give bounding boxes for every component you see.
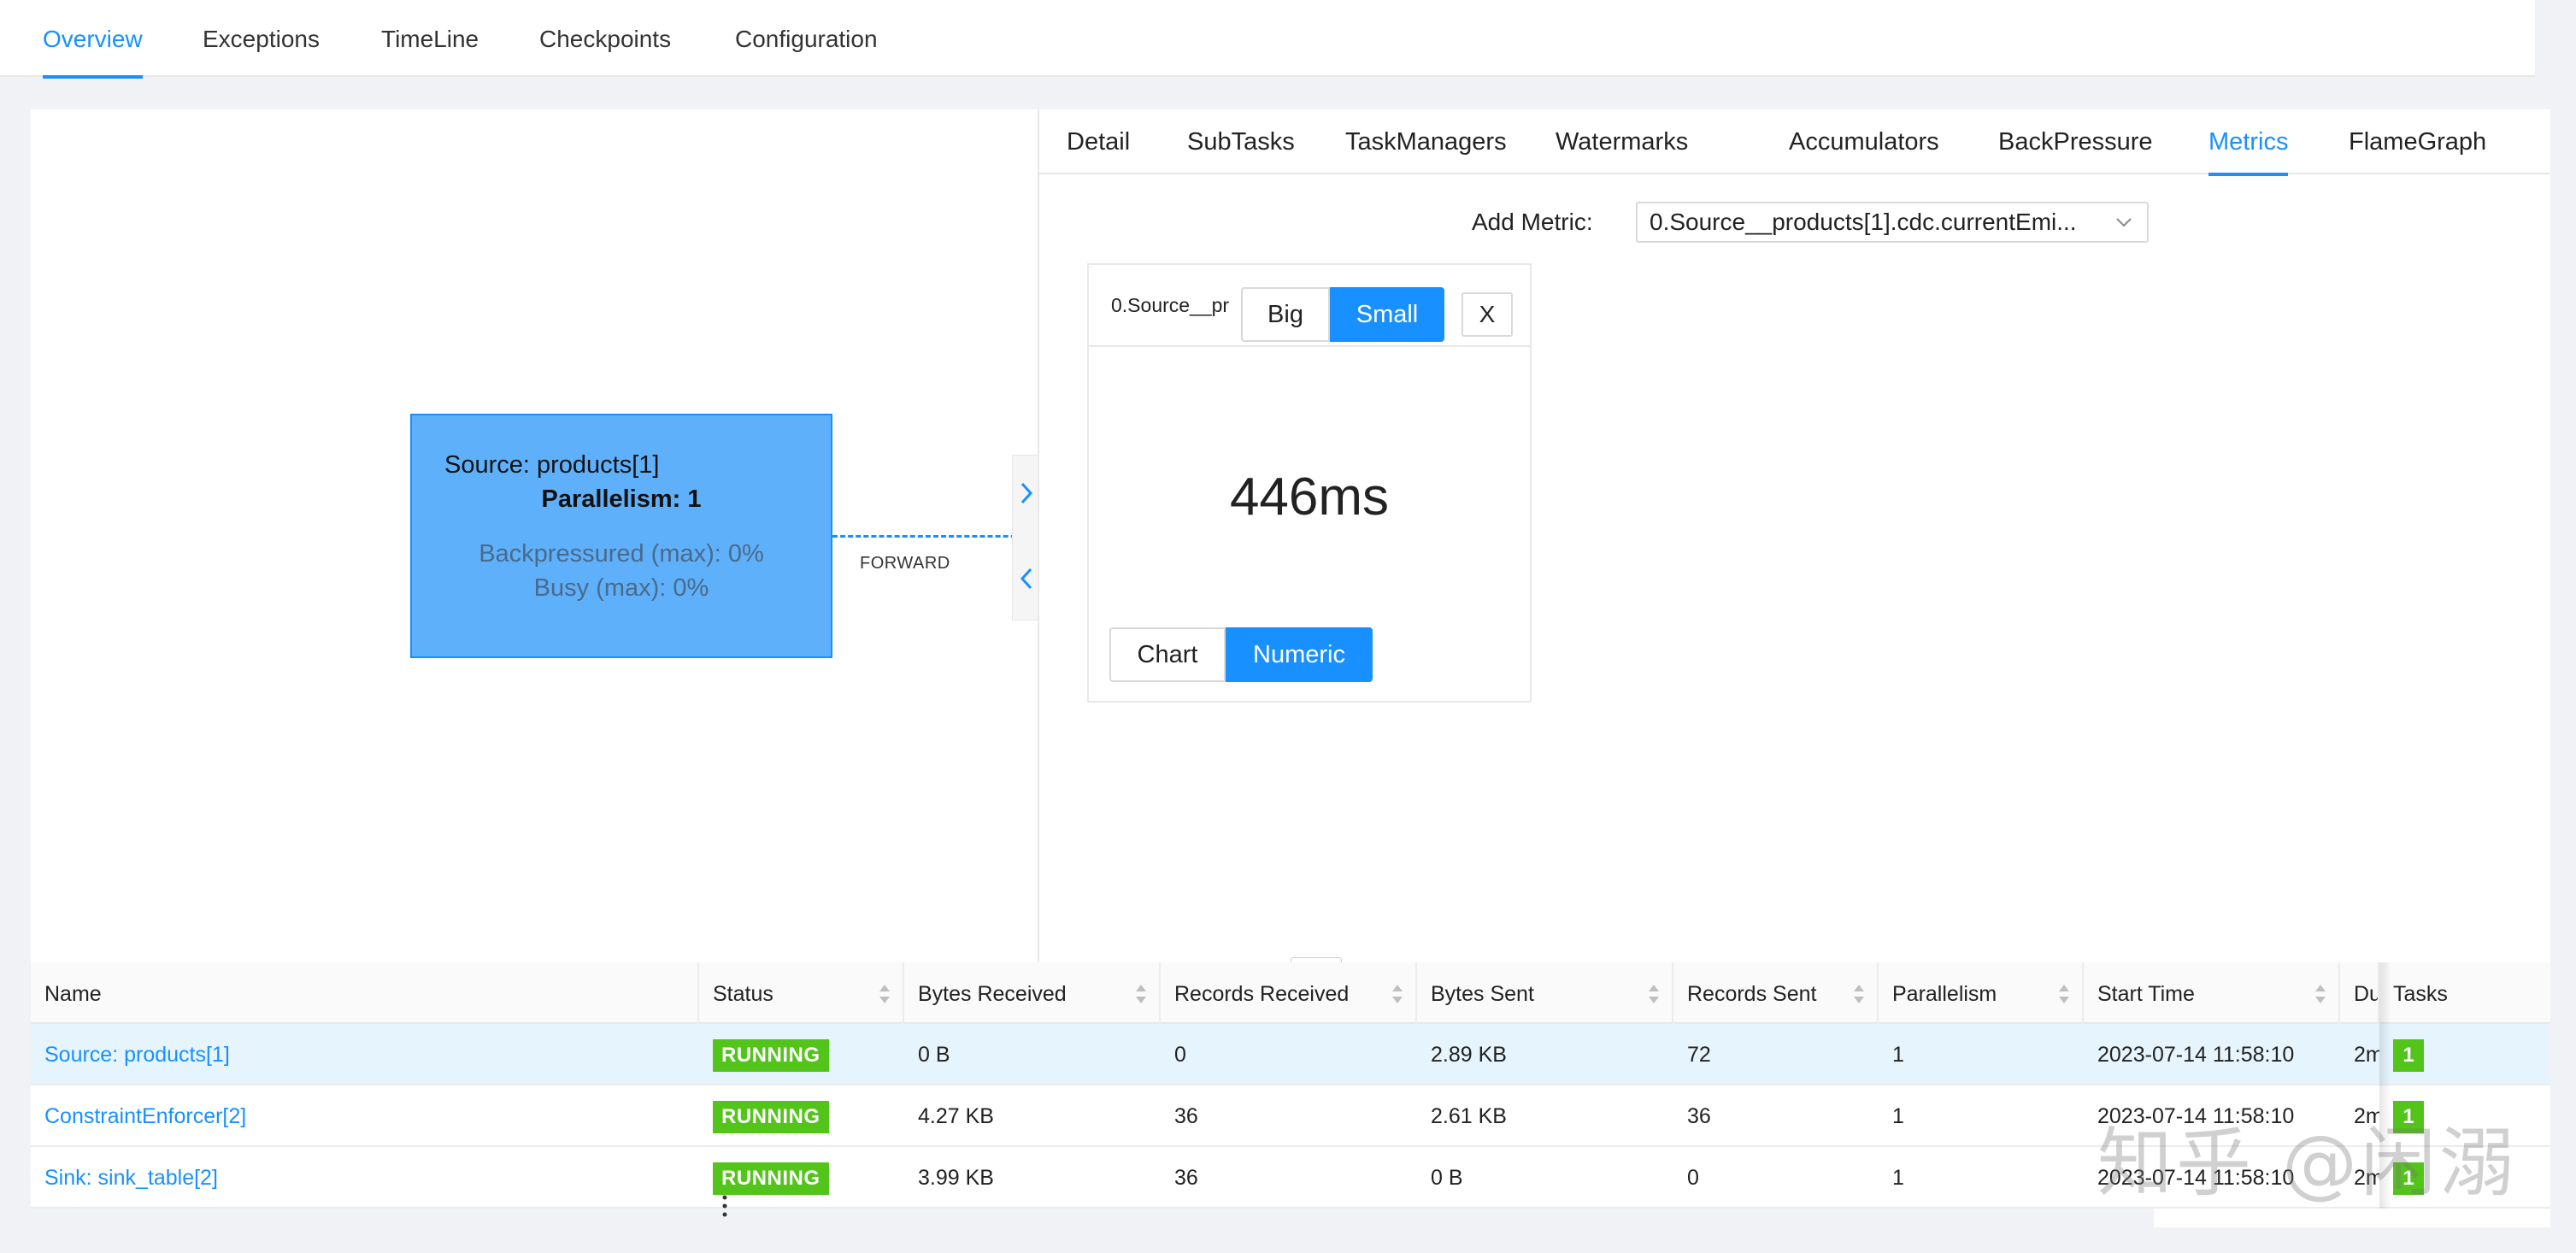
- node-parallelism: Parallelism: 1: [541, 485, 702, 513]
- vertex-name-link[interactable]: Source: products[1]: [31, 1024, 230, 1085]
- tab-metrics[interactable]: Metrics: [2208, 109, 2289, 176]
- duration-cell: 2m: [2354, 1043, 2379, 1067]
- column-status[interactable]: Status: [699, 962, 904, 1024]
- start-time-cell: 2023-07-14 11:58:10: [2097, 1043, 2295, 1067]
- column-bytes-received[interactable]: Bytes Received: [904, 962, 1161, 1024]
- vertex-tabs: Detail SubTasks TaskManagers Watermarks …: [1039, 109, 2550, 176]
- column-parallelism[interactable]: Parallelism: [1879, 962, 2084, 1024]
- tab-subtasks[interactable]: SubTasks: [1187, 109, 1295, 174]
- parallelism-cell: 1: [1892, 1104, 1904, 1128]
- column-records-received[interactable]: Records Received: [1161, 962, 1417, 1024]
- status-badge: RUNNING: [713, 1039, 829, 1073]
- tab-taskmanagers[interactable]: TaskManagers: [1345, 109, 1507, 174]
- records-sent-cell: 36: [1687, 1104, 1711, 1128]
- tab-backpressure[interactable]: BackPressure: [1998, 109, 2153, 174]
- table-header: Name Status Bytes Received Records Recei…: [31, 962, 2550, 1024]
- tab-exceptions[interactable]: Exceptions: [203, 0, 320, 77]
- column-tasks: Tasks: [2393, 982, 2448, 1006]
- footer-strip: [2154, 1209, 2550, 1227]
- node-busy: Busy (max): 0%: [533, 574, 709, 602]
- parallelism-cell: 1: [1892, 1043, 1904, 1067]
- tab-overview[interactable]: Overview: [43, 0, 143, 79]
- tab-timeline[interactable]: TimeLine: [381, 0, 479, 77]
- tab-detail[interactable]: Detail: [1067, 109, 1130, 174]
- sort-icon[interactable]: [2058, 983, 2070, 1005]
- sort-icon[interactable]: [879, 983, 891, 1005]
- tab-checkpoints[interactable]: Checkpoints: [539, 0, 671, 77]
- graph-edge-forward: [832, 535, 1038, 538]
- tab-flamegraph[interactable]: FlameGraph: [2349, 109, 2486, 174]
- status-cell: RUNNING: [699, 1147, 829, 1209]
- tab-configuration[interactable]: Configuration: [735, 0, 878, 77]
- status-cell: RUNNING: [699, 1085, 829, 1147]
- bytes-sent-cell: 2.89 KB: [1431, 1043, 1507, 1067]
- column-bytes-sent[interactable]: Bytes Sent: [1417, 962, 1673, 1024]
- metric-card: 0.Source__pr Big Small X 446ms Chart Num…: [1087, 263, 1532, 703]
- sort-icon[interactable]: [1135, 983, 1147, 1005]
- numeric-button[interactable]: Numeric: [1226, 627, 1373, 682]
- bytes-received-cell: 3.99 KB: [918, 1166, 994, 1190]
- records-sent-cell: 72: [1687, 1043, 1711, 1067]
- watermark: 知乎 @闲溺: [2097, 1119, 2518, 1207]
- selected-metric: 0.Source__products[1].cdc.currentEmi...: [1650, 209, 2077, 235]
- metric-name: 0.Source__pr: [1111, 294, 1230, 316]
- graph-node-source-products[interactable]: Source: products[1] Parallelism: 1 Backp…: [410, 414, 832, 658]
- task-count-badge: 1: [2393, 1039, 2424, 1073]
- tab-accumulators[interactable]: Accumulators: [1789, 109, 1939, 174]
- bytes-sent-cell: 2.61 KB: [1431, 1104, 1507, 1128]
- chevron-down-icon: [2116, 218, 2132, 227]
- table-row[interactable]: Source: products[1] RUNNING 0 B 0 2.89 K…: [31, 1024, 2550, 1085]
- tab-watermarks[interactable]: Watermarks: [1556, 109, 1688, 174]
- status-cell: RUNNING: [699, 1024, 829, 1085]
- column-duration[interactable]: Du: [2340, 962, 2379, 1024]
- chart-button[interactable]: Chart: [1109, 627, 1226, 682]
- bytes-received-cell: 0 B: [918, 1043, 950, 1067]
- records-received-cell: 36: [1174, 1104, 1198, 1128]
- bytes-received-cell: 4.27 KB: [918, 1104, 994, 1128]
- column-records-sent[interactable]: Records Sent: [1673, 962, 1879, 1024]
- column-name: Name: [31, 962, 699, 1024]
- records-received-cell: 36: [1174, 1166, 1198, 1190]
- big-button[interactable]: Big: [1241, 287, 1330, 342]
- add-metric-select[interactable]: 0.Source__products[1].cdc.currentEmi...: [1636, 202, 2149, 243]
- status-badge: RUNNING: [713, 1162, 829, 1196]
- column-resize-icon[interactable]: [721, 1193, 728, 1219]
- metric-card-header: 0.Source__pr Big Small X: [1089, 265, 1530, 347]
- chevron-left-icon[interactable]: [1018, 567, 1035, 591]
- sort-icon[interactable]: [1648, 983, 1660, 1005]
- bytes-sent-cell: 0 B: [1431, 1166, 1463, 1190]
- pane-toggle[interactable]: [1012, 455, 1038, 621]
- vertex-name-link[interactable]: ConstraintEnforcer[2]: [31, 1085, 246, 1147]
- node-backpressured: Backpressured (max): 0%: [479, 540, 764, 568]
- sort-icon[interactable]: [1853, 983, 1865, 1005]
- job-nav: Overview Exceptions TimeLine Checkpoints…: [0, 0, 2535, 79]
- records-received-cell: 0: [1174, 1043, 1186, 1067]
- metric-value: 446ms: [1229, 468, 1390, 526]
- records-sent-cell: 0: [1687, 1166, 1699, 1190]
- remove-metric-button[interactable]: X: [1461, 292, 1513, 337]
- job-graph[interactable]: Source: products[1] Parallelism: 1 Backp…: [31, 109, 1039, 962]
- sort-icon[interactable]: [2314, 983, 2326, 1005]
- add-metric-label: Add Metric:: [1472, 209, 1593, 235]
- vertex-name-link[interactable]: Sink: sink_table[2]: [31, 1147, 218, 1209]
- node-title: Source: products[1]: [444, 451, 660, 479]
- job-detail-card: Source: products[1] Parallelism: 1 Backp…: [31, 109, 2550, 1217]
- edge-label: FORWARD: [860, 554, 950, 573]
- vertex-detail-pane: Detail SubTasks TaskManagers Watermarks …: [1039, 109, 2550, 962]
- status-badge: RUNNING: [713, 1101, 829, 1134]
- chevron-right-icon[interactable]: [1018, 481, 1035, 505]
- parallelism-cell: 1: [1892, 1166, 1904, 1190]
- sort-icon[interactable]: [1391, 983, 1403, 1005]
- small-button[interactable]: Small: [1330, 287, 1444, 342]
- column-start-time[interactable]: Start Time: [2084, 962, 2340, 1024]
